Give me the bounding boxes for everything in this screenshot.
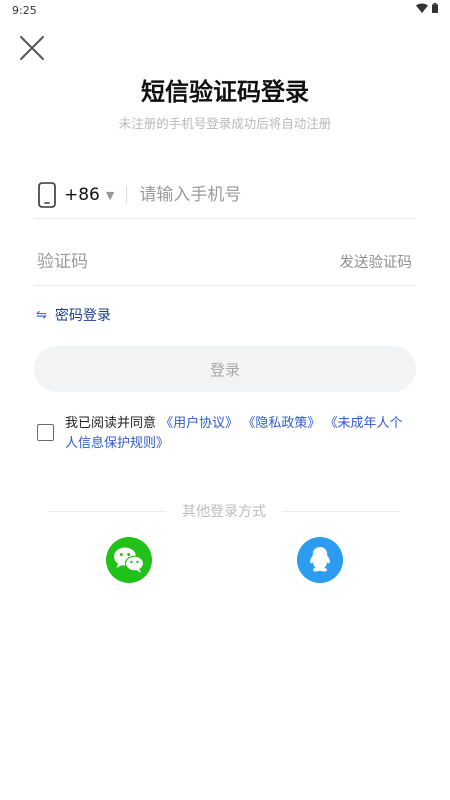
agreement-text: 我已阅读并同意 《用户协议》 《隐私政策》 《未成年人个人信息保护规则》: [65, 414, 415, 454]
divider: [126, 186, 128, 204]
login-button[interactable]: 登录: [34, 346, 416, 392]
qq-icon: [310, 547, 330, 572]
send-code-button[interactable]: 发送验证码: [340, 251, 413, 272]
status-bar: 9:25: [0, 0, 450, 20]
agreement-checkbox[interactable]: [37, 424, 54, 441]
phone-input[interactable]: [137, 184, 416, 206]
battery-icon: [432, 3, 438, 13]
wechat-login-button[interactable]: [106, 537, 152, 583]
page-subtitle: 未注册的手机号登录成功后将自动注册: [118, 116, 332, 131]
switch-icon: ⇋: [36, 307, 47, 323]
password-login-label: 密码登录: [54, 308, 111, 324]
code-field-row: 发送验证码: [35, 238, 416, 286]
chevron-down-icon[interactable]: ▼: [106, 189, 114, 202]
password-login-link[interactable]: ⇋ 密码登录: [36, 305, 111, 325]
page-title: 短信验证码登录: [141, 78, 309, 106]
other-login-label: 其他登录方式: [182, 504, 266, 520]
close-icon: [20, 36, 44, 60]
phone-field-row: +86 ▼: [35, 172, 416, 219]
privacy-policy-link[interactable]: 《隐私政策》: [242, 416, 320, 431]
qq-login-button[interactable]: [297, 537, 343, 583]
user-agreement-link[interactable]: 《用户协议》: [160, 416, 238, 431]
wifi-icon: [416, 3, 428, 13]
verification-code-input[interactable]: [35, 250, 340, 273]
divider-line: [48, 510, 166, 512]
agreement-prefix: 我已阅读并同意: [65, 416, 157, 431]
other-login-divider: 其他登录方式: [48, 501, 400, 521]
country-code-selector[interactable]: +86: [64, 185, 100, 205]
status-icons: [416, 3, 438, 13]
divider-line: [282, 510, 400, 512]
close-button[interactable]: [18, 34, 46, 62]
phone-icon: [38, 182, 56, 208]
status-time: 9:25: [12, 4, 37, 17]
wechat-icon: [114, 547, 145, 573]
